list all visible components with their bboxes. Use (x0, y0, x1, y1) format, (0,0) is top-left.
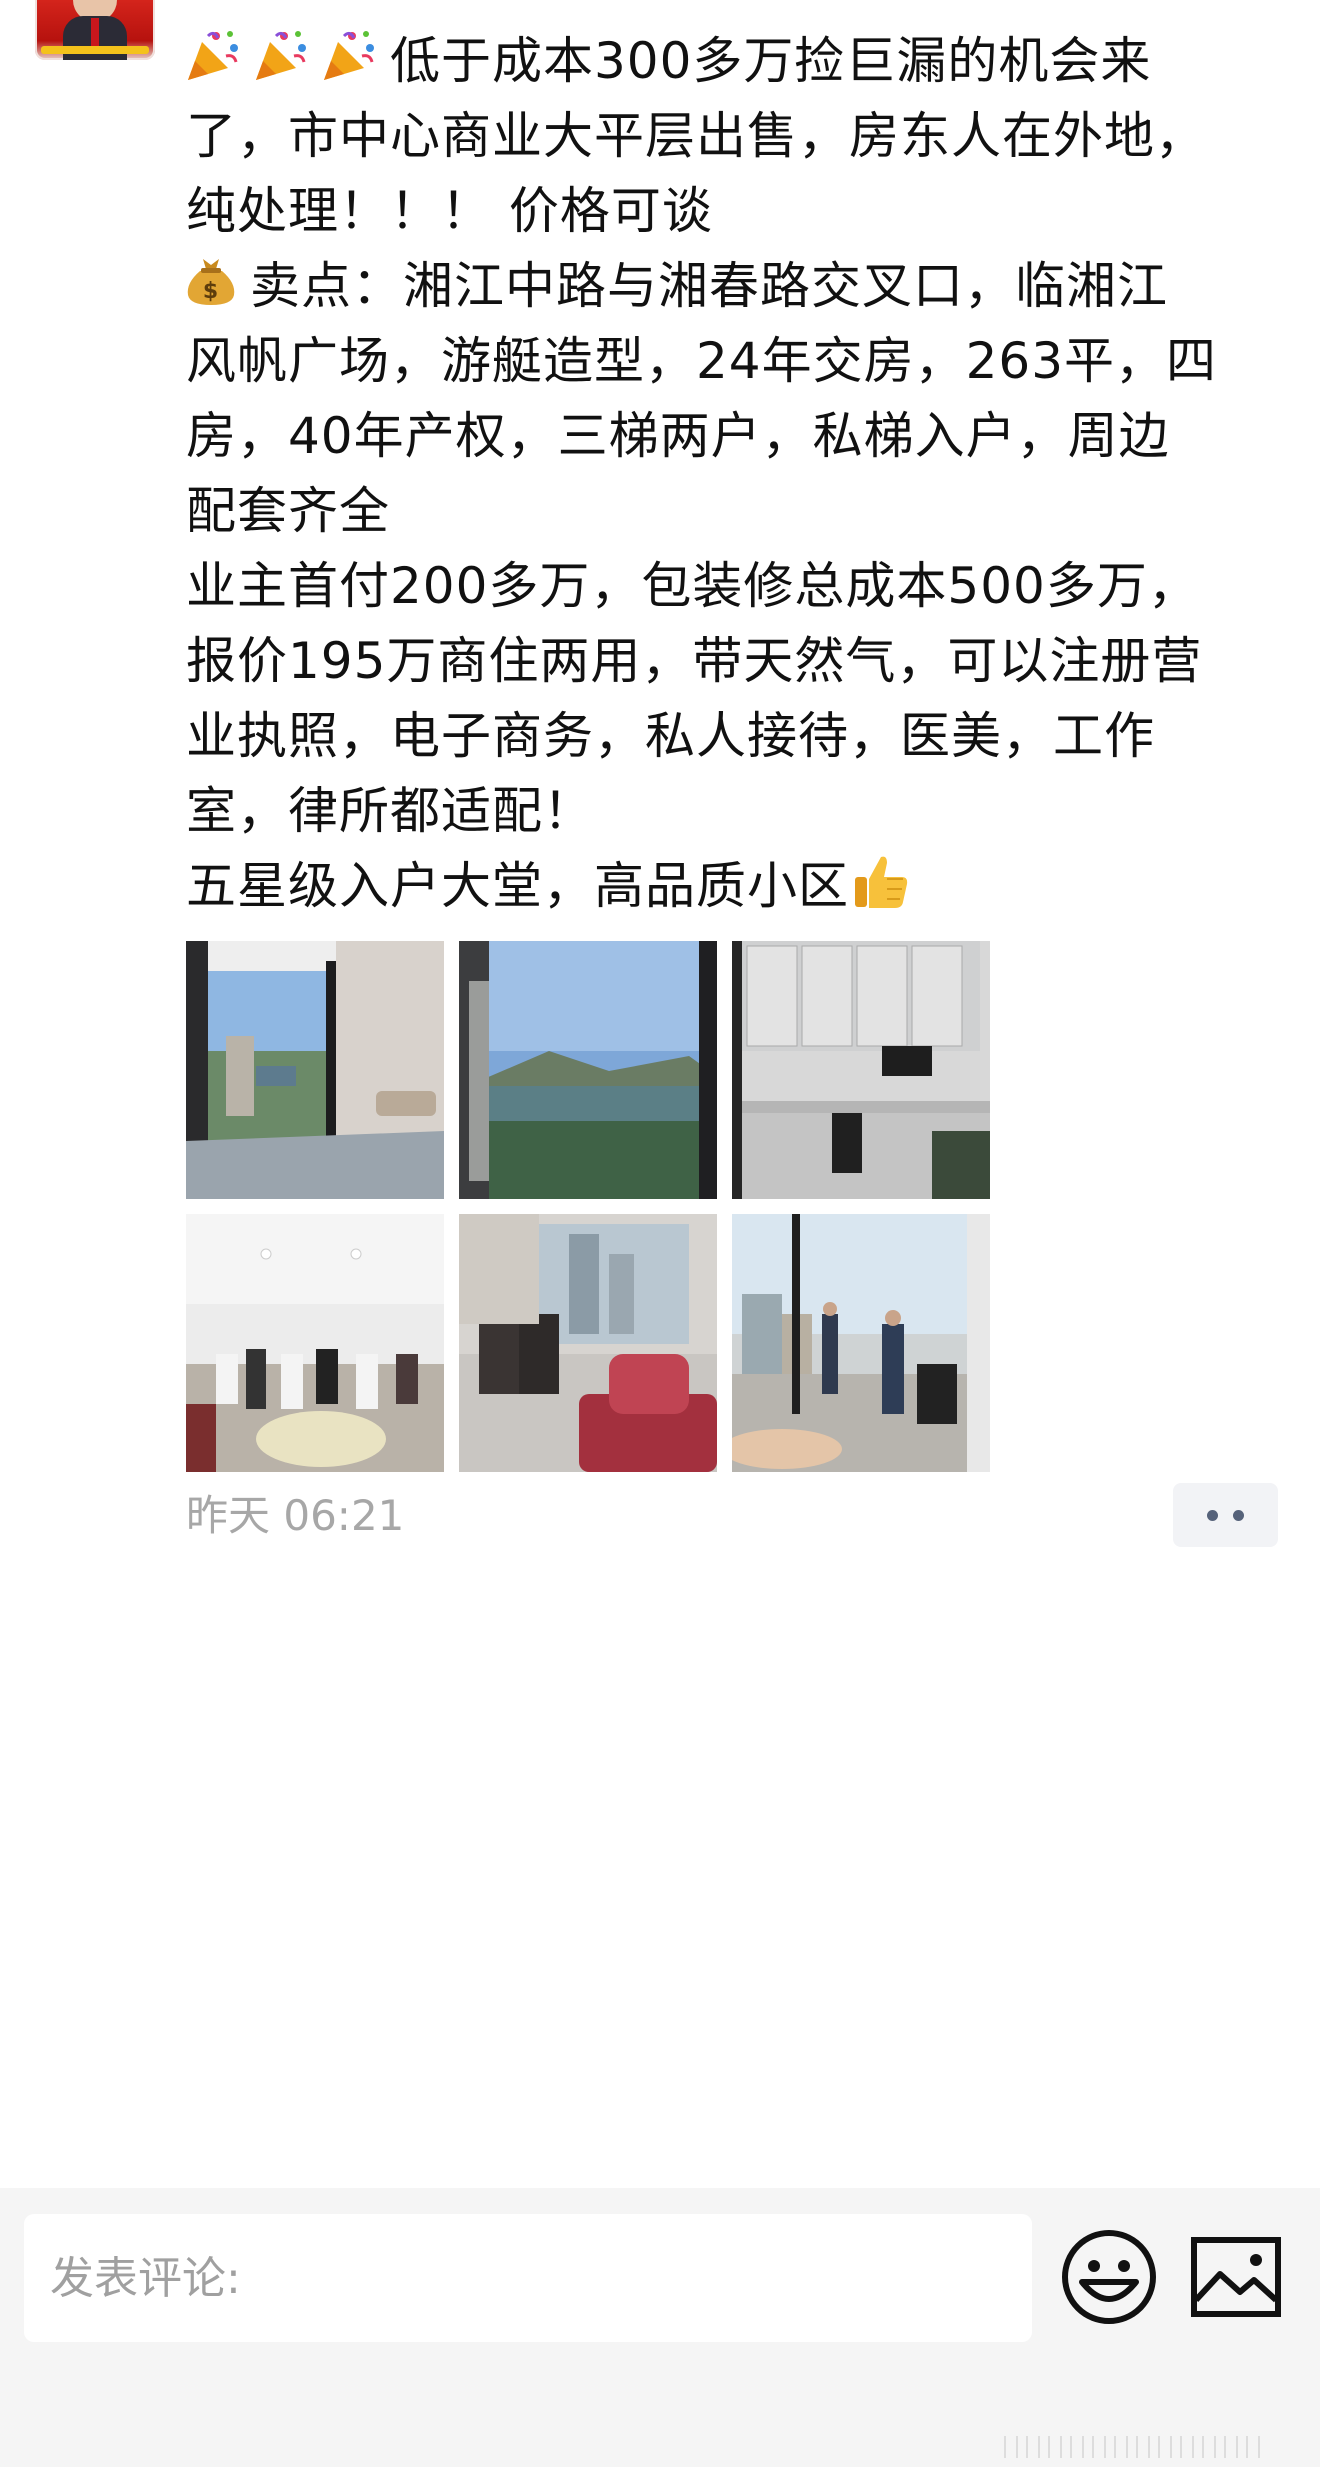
post-content: 低于成本300多万捡巨漏的机会来 了，市中心商业大平层出售，房东人在外地， 纯处… (186, 24, 1296, 924)
more-actions-button[interactable] (1173, 1483, 1278, 1547)
gesture-mark (1136, 2436, 1150, 2458)
photo-living-room-window-view-image (186, 941, 444, 1199)
system-gesture-bar (1004, 2436, 1304, 2458)
post-line-8: 业主首付200多万，包装修总成本500多万， (186, 557, 1199, 615)
post-line-4-text: 卖点：湘江中路与湘春路交叉口，临湘江 (250, 257, 1168, 315)
more-dot-icon (1233, 1510, 1244, 1521)
gesture-mark (1202, 2436, 1216, 2458)
photo-dining-room-crowd[interactable] (186, 1214, 444, 1472)
party-popper-icon (256, 31, 306, 80)
post-line-1-text: 低于成本300多万捡巨漏的机会来 (390, 32, 1152, 90)
thumbs-up-icon (855, 856, 908, 908)
gesture-mark (1026, 2436, 1040, 2458)
photo-balcony-window-view[interactable] (732, 1214, 990, 1472)
post-line-12-text: 五星级入户大堂，高品质小区 (186, 857, 849, 915)
post-line-6: 房，40年产权，三梯两户，私梯入户，周边 (186, 407, 1170, 465)
post-line-7: 配套齐全 (186, 482, 390, 540)
money-bag-icon: $ (187, 259, 235, 305)
gesture-mark (1114, 2436, 1128, 2458)
post-line-11: 室，律所都适配！ (186, 782, 594, 840)
photo-living-room-chairs[interactable] (459, 1214, 717, 1472)
post-line-1: 低于成本300多万捡巨漏的机会来 (186, 24, 1296, 99)
photo-river-view-from-window-image (459, 941, 717, 1199)
gesture-mark (1180, 2436, 1194, 2458)
photo-balcony-window-view-image (732, 1214, 990, 1472)
post-timestamp: 昨天 06:21 (186, 1491, 405, 1540)
post-line-5: 风帆广场，游艇造型，24年交房，263平，四 (186, 332, 1218, 390)
svg-text:$: $ (203, 279, 219, 304)
comment-bar (0, 2188, 1320, 2467)
post-line-3: 纯处理！！！ 价格可谈 (186, 182, 713, 240)
emoji-smiley-icon[interactable] (1060, 2228, 1158, 2326)
avatar-tie (91, 18, 99, 46)
photo-kitchen[interactable] (732, 941, 990, 1199)
photo-kitchen-image (732, 941, 990, 1199)
post-line-12: 五星级入户大堂，高品质小区 (186, 849, 1296, 924)
photo-living-room-chairs-image (459, 1214, 717, 1472)
gesture-mark (1048, 2436, 1062, 2458)
gesture-mark (1158, 2436, 1172, 2458)
gesture-mark (1224, 2436, 1238, 2458)
image-picker-icon[interactable] (1190, 2236, 1282, 2318)
gesture-mark (1004, 2436, 1018, 2458)
photo-gallery (186, 941, 991, 1473)
post-line-4: $ 卖点：湘江中路与湘春路交叉口，临湘江 (186, 249, 1296, 324)
party-popper-icon (188, 31, 238, 80)
photo-dining-room-crowd-image (186, 1214, 444, 1472)
avatar[interactable] (35, 0, 155, 60)
post-line-10: 业执照，电子商务，私人接待，医美，工作 (186, 707, 1155, 765)
gesture-mark (1246, 2436, 1260, 2458)
photo-river-view-from-window[interactable] (459, 941, 717, 1199)
avatar-banner (41, 46, 149, 54)
post-line-9: 报价195万商住两用，带天然气，可以注册营 (186, 632, 1203, 690)
photo-living-room-window-view[interactable] (186, 941, 444, 1199)
more-dot-icon (1207, 1510, 1218, 1521)
post-line-2: 了，市中心商业大平层出售，房东人在外地， (186, 107, 1206, 165)
gesture-mark (1070, 2436, 1084, 2458)
gesture-mark (1092, 2436, 1106, 2458)
comment-input[interactable] (24, 2214, 1032, 2342)
party-popper-icon (324, 31, 374, 80)
